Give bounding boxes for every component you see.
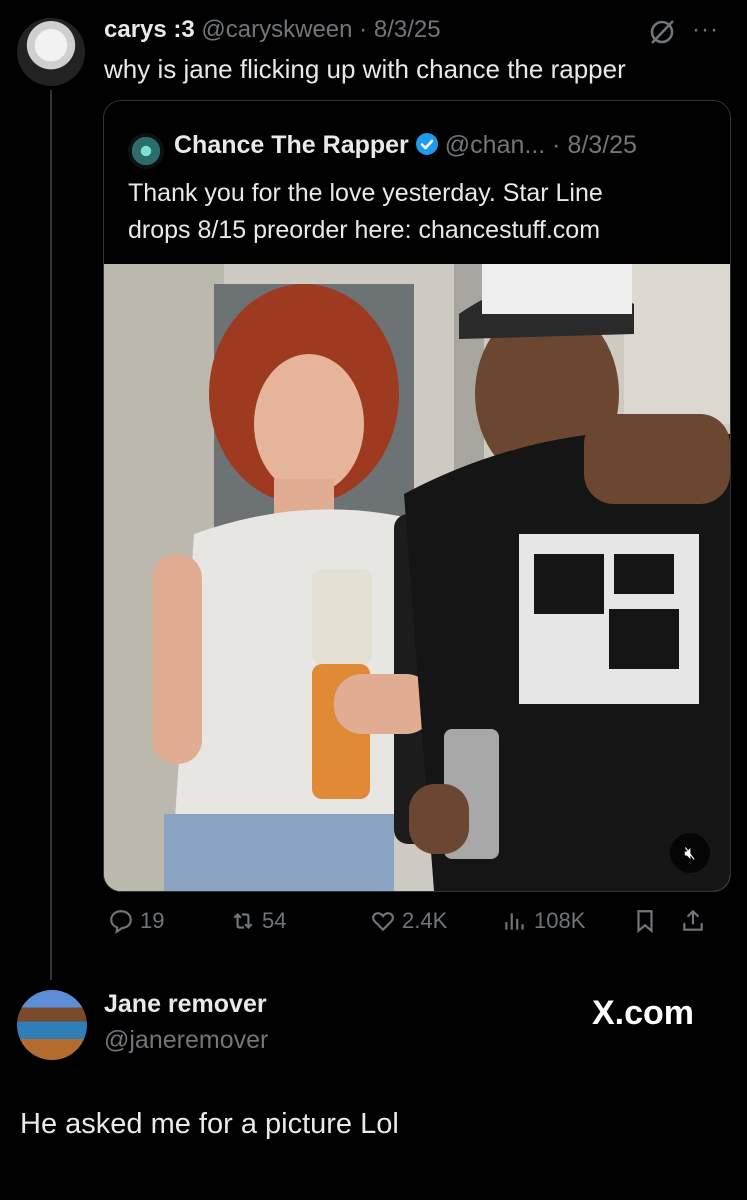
repost-count: 54 — [262, 908, 287, 933]
quoted-text-line: drops 8/15 preorder here: chancestuff.co… — [128, 216, 601, 244]
like-count: 2.4K — [402, 908, 448, 933]
tweet-header: carys :3 @caryskween · 8/3/25 — [104, 16, 441, 44]
reply-icon — [110, 910, 132, 934]
avatar[interactable] — [17, 990, 87, 1060]
x-com-watermark: X.com — [592, 994, 695, 1032]
speaker-muted-icon: 🔇︎ — [684, 842, 696, 863]
analytics-icon — [505, 913, 524, 930]
quoted-tweet-date[interactable]: 8/3/25 — [567, 131, 637, 159]
bookmark-icon — [637, 910, 653, 934]
action-bar: 19 54 2.4K 108K — [104, 900, 734, 950]
bookmark-button[interactable] — [632, 908, 658, 934]
heart-icon — [372, 912, 394, 932]
repost-button[interactable]: 54 — [230, 908, 286, 934]
video-media[interactable]: 🔇︎ — [104, 264, 730, 891]
quoted-tweet-text: Thank you for the love yesterday. Star L… — [128, 175, 718, 249]
reply-author-handle[interactable]: @janeremover — [104, 1026, 268, 1055]
photo-illustration — [104, 264, 730, 891]
views-button[interactable]: 108K — [502, 908, 585, 934]
share-icon — [683, 909, 703, 931]
reply-text: He asked me for a picture Lol — [20, 1108, 399, 1140]
grok-icon[interactable] — [648, 18, 676, 46]
repost-icon — [233, 912, 253, 930]
separator: · — [552, 131, 561, 159]
tweet-date[interactable]: 8/3/25 — [374, 16, 441, 43]
avatar[interactable] — [17, 18, 85, 86]
view-count: 108K — [534, 908, 586, 933]
quoted-avatar[interactable] — [128, 133, 164, 169]
author-handle[interactable]: @caryskween — [201, 16, 352, 43]
quoted-tweet-header: Chance The Rapper @chan... · 8/3/25 — [174, 131, 637, 160]
thread-connector-line — [50, 90, 52, 980]
mute-toggle-button[interactable]: 🔇︎ — [670, 833, 710, 873]
reply-button[interactable]: 19 — [108, 908, 164, 934]
verified-badge-icon — [415, 132, 439, 156]
quoted-author-name[interactable]: Chance The Rapper — [174, 131, 409, 159]
quoted-author-handle[interactable]: @chan... — [445, 131, 545, 159]
quoted-text-line: Thank you for the love yesterday. Star L… — [128, 179, 603, 207]
author-name[interactable]: carys :3 — [104, 16, 195, 43]
share-button[interactable] — [680, 908, 706, 934]
more-options-icon[interactable]: ··· — [692, 16, 719, 44]
like-button[interactable]: 2.4K — [370, 908, 447, 934]
reply-author-name[interactable]: Jane remover — [104, 990, 267, 1019]
tweet-text: why is jane flicking up with chance the … — [104, 54, 626, 84]
reply-count: 19 — [140, 908, 165, 933]
quoted-tweet[interactable]: Chance The Rapper @chan... · 8/3/25 Thank… — [103, 100, 731, 892]
separator: · — [359, 16, 368, 43]
